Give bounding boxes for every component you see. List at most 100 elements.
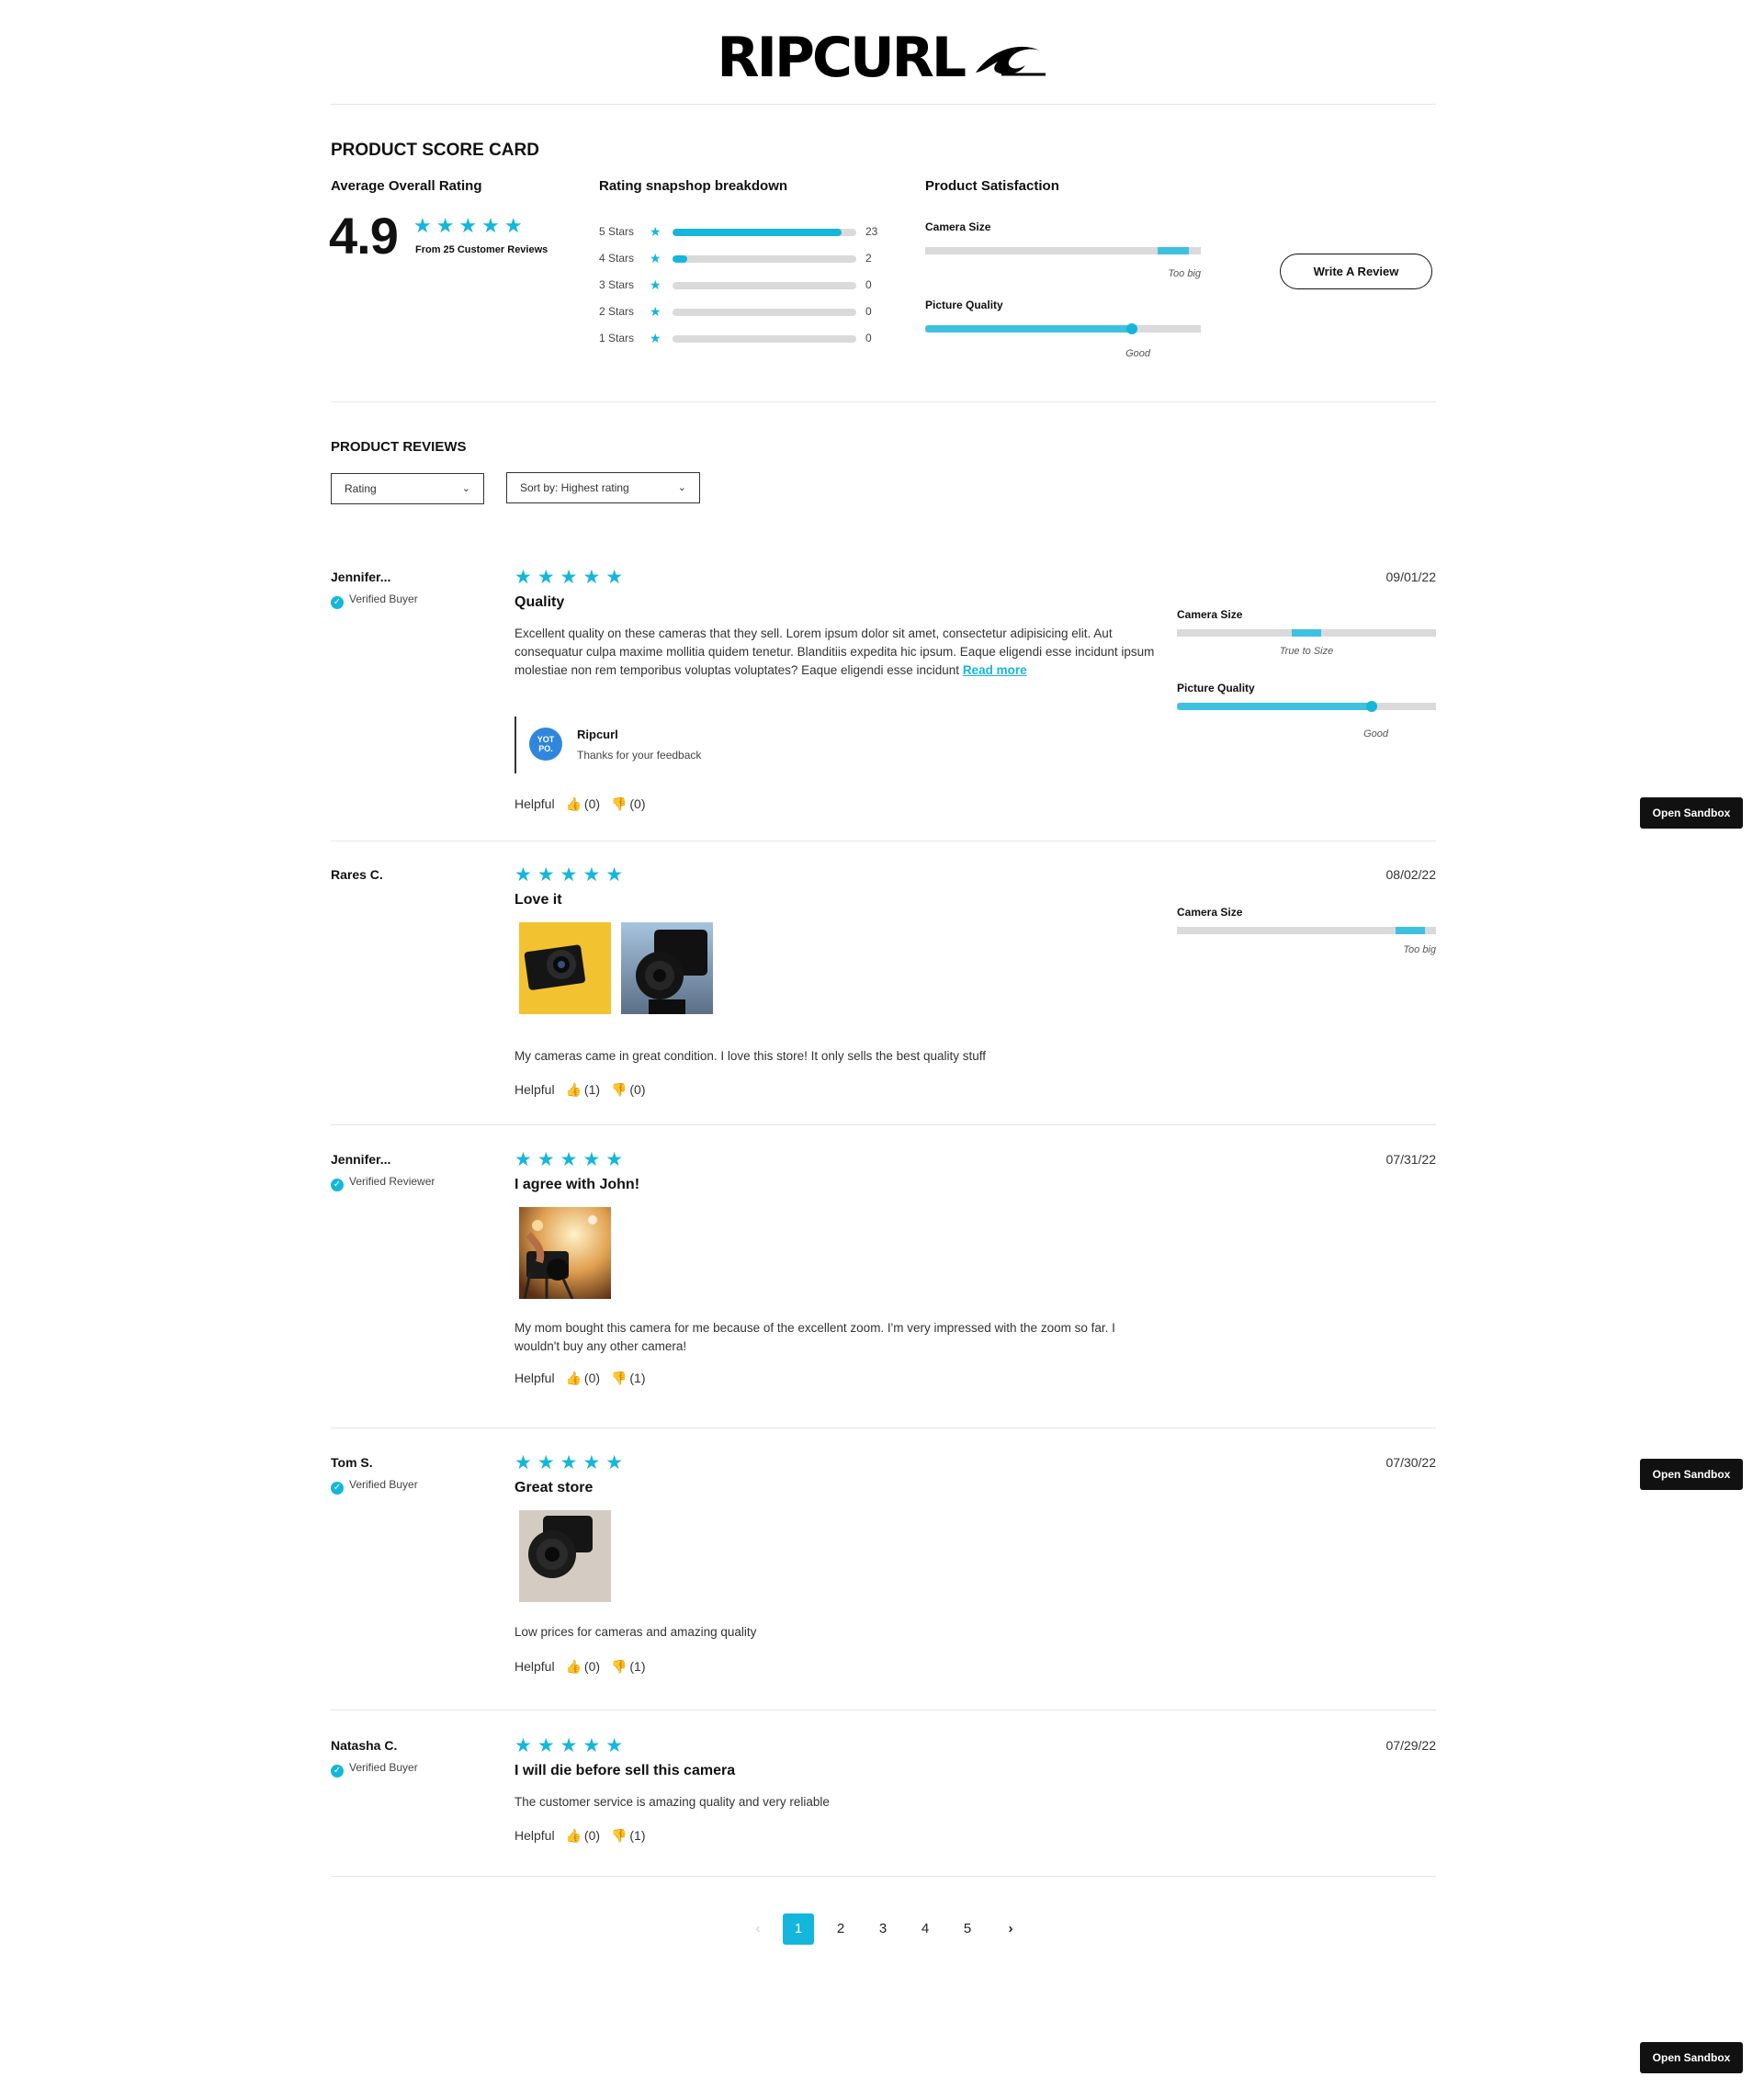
review-body: My cameras came in great condition. I lo… [514,1049,986,1063]
read-more-link[interactable]: Read more [963,663,1027,677]
verified-check-icon: ✓ [331,1482,344,1495]
page-3[interactable]: 3 [867,1913,899,1945]
reply-author: Ripcurl [577,728,618,741]
downvote-count: (0) [629,1082,646,1097]
review-date: 07/31/22 [1385,1152,1437,1167]
star-icon: ★ [650,331,662,345]
brand-logo[interactable]: RIPCURL [0,26,1764,90]
verified-badge: ✓ Verified Reviewer [331,1175,435,1191]
reviews-heading: PRODUCT REVIEWS [331,439,467,455]
page-2[interactable]: 2 [825,1913,856,1945]
upvote-count: (0) [583,1371,601,1385]
verified-badge: ✓ Verified Buyer [331,1478,418,1495]
review-date: 07/30/22 [1385,1455,1437,1470]
thumbs-down-icon[interactable]: 👎 [611,1829,627,1844]
reviewer-name: Jennifer... [331,570,391,584]
thumbs-down-icon[interactable]: 👎 [611,1083,627,1098]
chevron-down-icon: ⌄ [677,482,686,493]
scorecard-heading: PRODUCT SCORE CARD [331,141,539,160]
page-5[interactable]: 5 [952,1913,983,1945]
review-body: My mom bought this camera for me because… [514,1321,1115,1353]
verified-label: Verified Buyer [349,593,418,605]
review-item: Rares C. ★★★★★ Love it 08/02/22 My camer… [331,863,1436,1098]
breakdown-row-3[interactable]: 3 Stars ★ 0 [599,277,902,297]
helpful-label: Helpful [514,1659,555,1674]
thumbs-down-icon[interactable]: 👎 [611,1660,627,1675]
thumbs-up-icon[interactable]: 👍 [565,1371,581,1386]
thumbs-up-icon[interactable]: 👍 [565,1083,581,1098]
verified-check-icon: ✓ [331,1765,344,1778]
satisfaction-bar [925,323,1201,334]
breakdown-count: 0 [865,332,872,344]
page-1[interactable]: 1 [783,1913,814,1945]
star-icon: ★ [650,304,662,319]
breakdown-count: 23 [865,225,878,238]
camera-photo-image [519,1207,611,1299]
review-photo[interactable] [519,922,611,1014]
pagination: ‹ 1 2 3 4 5 › [735,1913,1029,1945]
breakdown-row-5[interactable]: 5 Stars ★ 23 [599,224,902,243]
star-icon: ★ [650,277,662,292]
review-date: 07/29/22 [1385,1738,1437,1753]
satisfaction-caption: Good [1125,348,1150,359]
breakdown-row-1[interactable]: 1 Stars ★ 0 [599,331,902,350]
breakdown-bar [673,309,856,316]
breakdown-row-4[interactable]: 4 Stars ★ 2 [599,251,902,270]
breakdown-bar [673,335,856,343]
thumbs-up-icon[interactable]: 👍 [565,797,581,812]
review-stars: ★★★★★ [514,1451,629,1473]
verified-label: Verified Buyer [349,1478,418,1491]
breakdown-label: 5 Stars [599,225,635,238]
average-rating-stars: ★★★★★ [413,215,527,238]
attribute-handle [1365,701,1377,712]
open-sandbox-button[interactable]: Open Sandbox [1640,1459,1743,1490]
open-sandbox-button[interactable]: Open Sandbox [1640,797,1743,829]
breakdown-bar-fill [673,229,842,236]
upvote-count: (0) [583,1828,601,1843]
thumbs-down-icon[interactable]: 👎 [611,797,627,812]
write-review-button[interactable]: Write A Review [1280,254,1432,289]
breakdown-bar [673,255,856,263]
next-page-icon[interactable]: › [995,1913,1026,1945]
breakdown-count: 0 [865,305,872,318]
thumbs-down-icon[interactable]: 👎 [611,1371,627,1386]
satisfaction-label: Picture Quality [925,299,1003,311]
thumbs-up-icon[interactable]: 👍 [565,1829,581,1844]
yotpo-avatar: YOT PO. [529,728,562,761]
breakdown-count: 2 [865,252,872,265]
satisfaction-fill [925,325,1132,333]
review-photo[interactable] [621,922,713,1014]
attribute-bar [1177,927,1436,934]
verified-badge: ✓ Verified Buyer [331,593,418,609]
downvote-count: (1) [629,1828,646,1843]
open-sandbox-button[interactable]: Open Sandbox [1640,2042,1743,2073]
breakdown-row-2[interactable]: 2 Stars ★ 0 [599,304,902,323]
thumbs-up-icon[interactable]: 👍 [565,1660,581,1675]
review-photo[interactable] [519,1510,611,1602]
review-text: Excellent quality on these cameras that … [514,626,1155,677]
breakdown-count: 0 [865,278,872,291]
review-date: 09/01/22 [1385,570,1437,584]
breakdown-label: 4 Stars [599,252,635,265]
downvote-count: (1) [629,1371,646,1385]
divider [331,1876,1436,1877]
reply-text: Thanks for your feedback [577,749,702,762]
page-4[interactable]: 4 [910,1913,941,1945]
review-title: Love it [514,892,562,908]
sort-select[interactable]: Sort by: Highest rating ⌄ [506,472,700,503]
prev-page-icon[interactable]: ‹ [742,1913,774,1945]
rating-filter-select[interactable]: Rating ⌄ [331,473,484,504]
divider [331,401,1436,402]
review-item: Natasha C. ✓ Verified Buyer ★★★★★ I will … [331,1734,1437,1857]
review-stars: ★★★★★ [514,1734,629,1756]
reviewer-name: Natasha C. [331,1738,398,1753]
breakdown-bar [673,282,856,289]
review-title: Quality [514,594,565,610]
average-rating-subtext: From 25 Customer Reviews [415,244,548,255]
attribute-caption: Good [1363,728,1388,739]
satisfaction-handle [1126,323,1137,334]
camera-photo-image [519,1510,611,1602]
reviewer-name: Jennifer... [331,1152,391,1167]
review-photo[interactable] [519,1207,611,1299]
downvote-count: (1) [629,1659,646,1674]
